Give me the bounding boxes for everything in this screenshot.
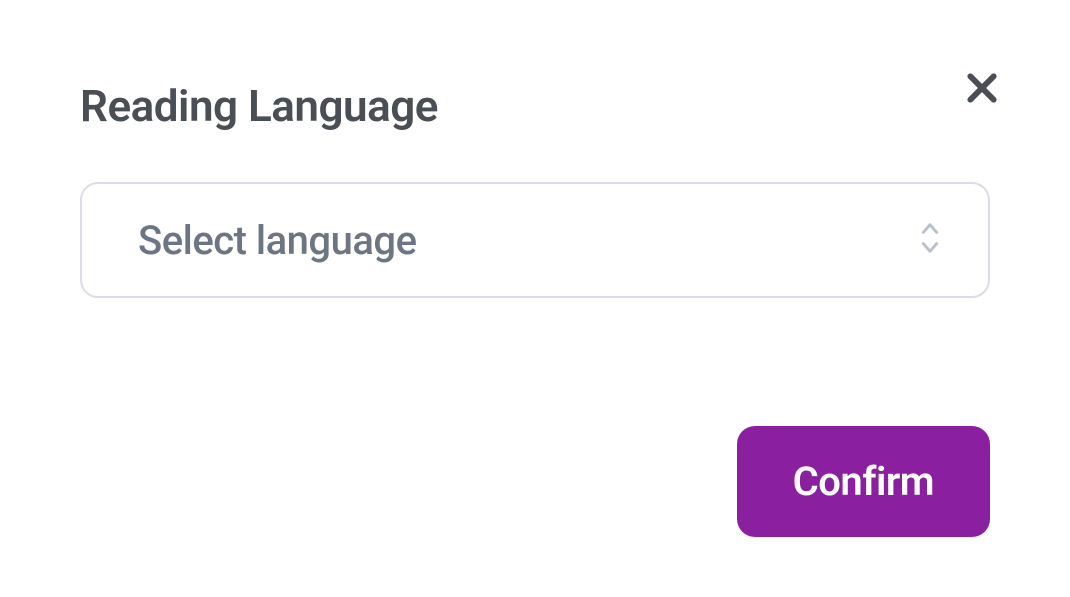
language-select[interactable]: Select language [80, 182, 990, 298]
language-select-placeholder: Select language [138, 217, 417, 264]
close-icon [962, 68, 1002, 111]
language-select-wrapper: Select language [80, 182, 990, 298]
close-button[interactable] [954, 60, 1010, 119]
reading-language-modal: Reading Language Select language Confirm [0, 0, 1070, 597]
modal-footer: Confirm [737, 426, 990, 537]
confirm-button[interactable]: Confirm [737, 426, 990, 537]
modal-title: Reading Language [80, 80, 990, 132]
